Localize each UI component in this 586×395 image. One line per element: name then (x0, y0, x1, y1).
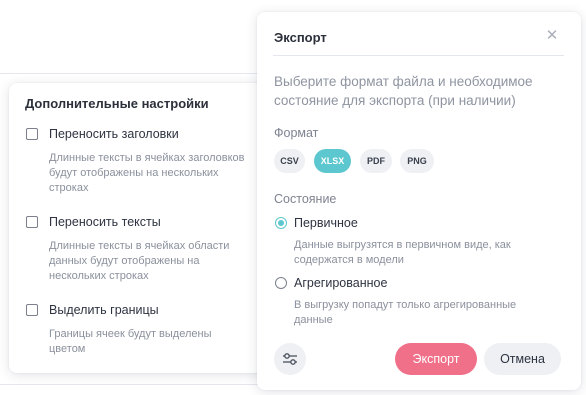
close-icon[interactable]: ✕ (543, 27, 561, 45)
wrap-headers-checkbox[interactable] (26, 128, 38, 140)
option-label[interactable]: Переносить тексты (49, 215, 161, 229)
format-chip-xlsx[interactable]: XLSX (314, 149, 351, 173)
format-label: Формат (274, 126, 319, 140)
aggregated-radio[interactable] (275, 277, 287, 289)
state-option-label[interactable]: Первичное (294, 216, 358, 230)
export-button[interactable]: Экспорт (395, 343, 477, 375)
cancel-button[interactable]: Отмена (484, 343, 561, 375)
sliders-icon (283, 353, 297, 365)
background-divider-bottom (0, 384, 270, 385)
dialog-hint: Выберите формат файла и необходимое сост… (274, 74, 533, 108)
dialog-divider (273, 55, 564, 56)
format-chip-png[interactable]: PNG (400, 149, 434, 173)
state-option-description: В выгрузку попадут только агрегированные… (294, 299, 517, 326)
state-label: Состояние (274, 192, 337, 206)
advanced-settings-title: Дополнительные настройки (25, 96, 209, 111)
export-dialog: Экспорт ✕ Выберите формат файла и необхо… (257, 12, 581, 390)
wrap-texts-checkbox[interactable] (26, 216, 38, 228)
dialog-title: Экспорт (274, 30, 327, 45)
state-option-label[interactable]: Агрегированное (294, 276, 387, 290)
option-label[interactable]: Выделить границы (49, 303, 159, 317)
state-option-description: Данные выгрузятся в первичном виде, как … (294, 239, 511, 266)
format-chip-csv[interactable]: CSV (274, 149, 305, 173)
primary-radio[interactable] (275, 217, 287, 229)
option-label[interactable]: Переносить заголовки (49, 127, 179, 141)
option-description: Длинные тексты в ячейках заголовков буду… (49, 152, 245, 194)
highlight-borders-checkbox[interactable] (26, 304, 38, 316)
format-chip-pdf[interactable]: PDF (360, 149, 392, 173)
advanced-settings-button[interactable] (274, 343, 306, 375)
advanced-settings-panel: Дополнительные настройки Переносить заго… (9, 83, 268, 373)
option-description: Границы ячеек будут выделены цветом (49, 328, 212, 355)
background-divider-top (0, 73, 270, 74)
option-description: Длинные тексты в ячейках области данных … (49, 240, 230, 282)
